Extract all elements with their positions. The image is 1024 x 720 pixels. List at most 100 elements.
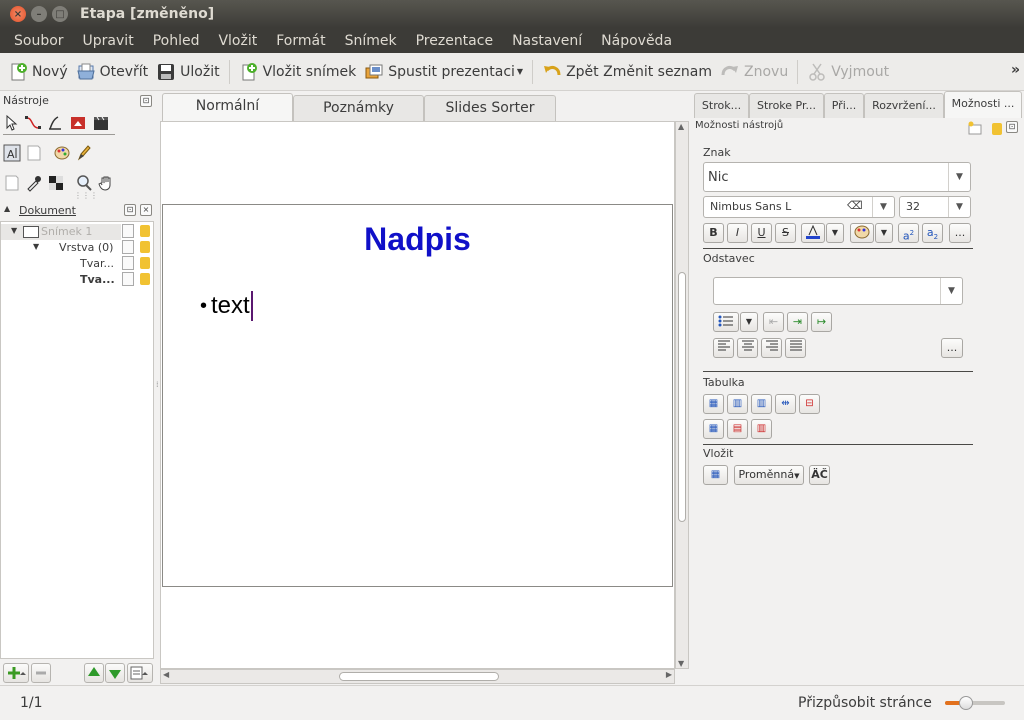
more-paragraph-options-button[interactable]: ...: [941, 338, 963, 358]
move-down-button[interactable]: [105, 663, 125, 683]
insert-image-tool-icon[interactable]: [69, 114, 87, 132]
checker-pattern-icon[interactable]: [47, 174, 65, 192]
collapse-arrow-icon[interactable]: ▲: [4, 204, 10, 213]
palette-icon[interactable]: [53, 144, 71, 162]
toolbar-overflow-button[interactable]: »: [1011, 62, 1020, 78]
chevron-down-icon[interactable]: ▼: [940, 278, 962, 304]
insert-row-below-button[interactable]: ▦: [703, 419, 724, 439]
zoom-icon[interactable]: [75, 174, 93, 192]
tree-item-shape-2[interactable]: Tva...: [80, 273, 115, 286]
eyedropper-icon[interactable]: [25, 174, 43, 192]
visibility-page-icon[interactable]: [122, 256, 134, 270]
subscript-button[interactable]: a2: [922, 223, 943, 243]
more-char-options-button[interactable]: ...: [949, 223, 971, 243]
new-button[interactable]: Nový: [4, 57, 72, 87]
redo-button[interactable]: Znovu: [716, 57, 792, 87]
tab-stroke-properties[interactable]: Stroke Pr...: [749, 93, 824, 118]
undo-button[interactable]: Zpět Změnit seznam: [538, 57, 716, 87]
insert-row-above-button[interactable]: ▦: [703, 394, 724, 414]
document-close-button[interactable]: ×: [140, 204, 152, 216]
merge-cells-button[interactable]: ⇹: [775, 394, 796, 414]
chevron-down-icon[interactable]: ▼: [872, 197, 894, 217]
lock-icon[interactable]: [140, 273, 150, 285]
lock-icon[interactable]: [140, 241, 150, 253]
add-layer-button[interactable]: [3, 663, 29, 683]
lock-icon[interactable]: [992, 123, 1002, 135]
layer-options-button[interactable]: [127, 663, 153, 683]
horizontal-scroll-thumb[interactable]: [339, 672, 499, 681]
menu-presentation[interactable]: Prezentace: [416, 33, 493, 49]
insert-column-before-button[interactable]: ▥: [727, 394, 748, 414]
menu-settings[interactable]: Nastavení: [512, 33, 582, 49]
align-justify-button[interactable]: [785, 338, 806, 358]
zoom-slider-knob[interactable]: [959, 696, 973, 710]
new-folder-icon[interactable]: [968, 121, 982, 135]
tab-normal[interactable]: Normální: [162, 93, 293, 121]
delete-column-button[interactable]: ▥: [751, 419, 772, 439]
special-character-button[interactable]: ÄČ: [809, 465, 830, 485]
insert-slide-button[interactable]: Vložit snímek: [235, 57, 361, 87]
lock-icon[interactable]: [140, 225, 150, 237]
move-up-button[interactable]: [84, 663, 104, 683]
tree-expand-icon[interactable]: ▼: [11, 226, 17, 235]
tools-float-button[interactable]: ⊡: [140, 95, 152, 107]
insert-variable-button[interactable]: Proměnná▼: [734, 465, 804, 485]
text-color-button[interactable]: [801, 223, 825, 243]
visibility-page-icon[interactable]: [122, 224, 134, 238]
pencil-icon[interactable]: [75, 144, 93, 162]
document-float-button[interactable]: ⊡: [124, 204, 136, 216]
decrease-indent-button[interactable]: ⇤: [763, 312, 784, 332]
paragraph-combo[interactable]: ▼: [713, 277, 963, 305]
insert-column-after-button[interactable]: ▥: [751, 394, 772, 414]
slide-body[interactable]: • text: [200, 291, 253, 321]
lock-icon[interactable]: [140, 257, 150, 269]
minimize-window-button[interactable]: –: [31, 6, 47, 22]
increase-indent-button[interactable]: ⇥: [787, 312, 808, 332]
zoom-slider[interactable]: [945, 696, 1005, 710]
cut-button[interactable]: Vyjmout: [803, 57, 893, 87]
slide-body-text[interactable]: text: [211, 292, 250, 320]
tab-slides-sorter[interactable]: Slides Sorter: [424, 95, 556, 121]
clear-field-icon[interactable]: ⌫: [847, 199, 863, 212]
list-style-dropdown[interactable]: ▼: [740, 312, 758, 332]
insert-table-button[interactable]: ▦: [703, 465, 728, 485]
close-window-button[interactable]: ×: [10, 6, 26, 22]
scroll-right-icon[interactable]: ▶: [666, 670, 672, 679]
split-cells-button[interactable]: ⊟: [799, 394, 820, 414]
chevron-down-icon[interactable]: ▼: [948, 163, 970, 191]
visibility-page-icon[interactable]: [122, 272, 134, 286]
slide-page[interactable]: Nadpis • text: [162, 204, 673, 587]
font-combo[interactable]: Nimbus Sans L ⌫ ▼: [703, 196, 895, 218]
zoom-mode-label[interactable]: Přizpůsobit stránce: [798, 695, 932, 711]
tree-item-slide[interactable]: Snímek 1: [41, 225, 92, 238]
bold-button[interactable]: B: [703, 223, 724, 243]
font-size-combo[interactable]: 32 ▼: [899, 196, 971, 218]
menu-view[interactable]: Pohled: [153, 33, 200, 49]
freehand-tool-icon[interactable]: [47, 114, 65, 132]
save-button[interactable]: Uložit: [152, 57, 223, 87]
align-center-button[interactable]: [737, 338, 758, 358]
blank-page-icon[interactable]: [3, 174, 21, 192]
clapperboard-icon[interactable]: [92, 114, 110, 132]
menu-slide[interactable]: Snímek: [345, 33, 397, 49]
underline-button[interactable]: U: [751, 223, 772, 243]
visibility-page-icon[interactable]: [122, 240, 134, 254]
left-splitter-handle[interactable]: ⁞: [156, 380, 159, 389]
open-button[interactable]: Otevřít: [72, 57, 153, 87]
drag-handle[interactable]: ⋮⋮⋮: [74, 191, 98, 200]
strikethrough-button[interactable]: S: [775, 223, 796, 243]
tab-transitions[interactable]: Při...: [824, 93, 864, 118]
menu-file[interactable]: Soubor: [14, 33, 64, 49]
vertical-scrollbar[interactable]: ▲ ▼: [675, 121, 689, 669]
tree-item-layer[interactable]: Vrstva (0): [59, 241, 113, 254]
slide-canvas[interactable]: Nadpis • text: [160, 121, 675, 669]
tab-notes[interactable]: Poznámky: [293, 95, 424, 121]
list-style-button[interactable]: [713, 312, 739, 332]
chevron-down-icon[interactable]: ▼: [948, 197, 970, 217]
path-tool-icon[interactable]: [24, 114, 42, 132]
tool-options-float-button[interactable]: ⊡: [1006, 121, 1018, 133]
italic-button[interactable]: I: [727, 223, 748, 243]
tab-tool-options[interactable]: Možnosti ...: [944, 91, 1022, 118]
scroll-left-icon[interactable]: ◀: [163, 670, 169, 679]
remove-layer-button[interactable]: [31, 663, 51, 683]
